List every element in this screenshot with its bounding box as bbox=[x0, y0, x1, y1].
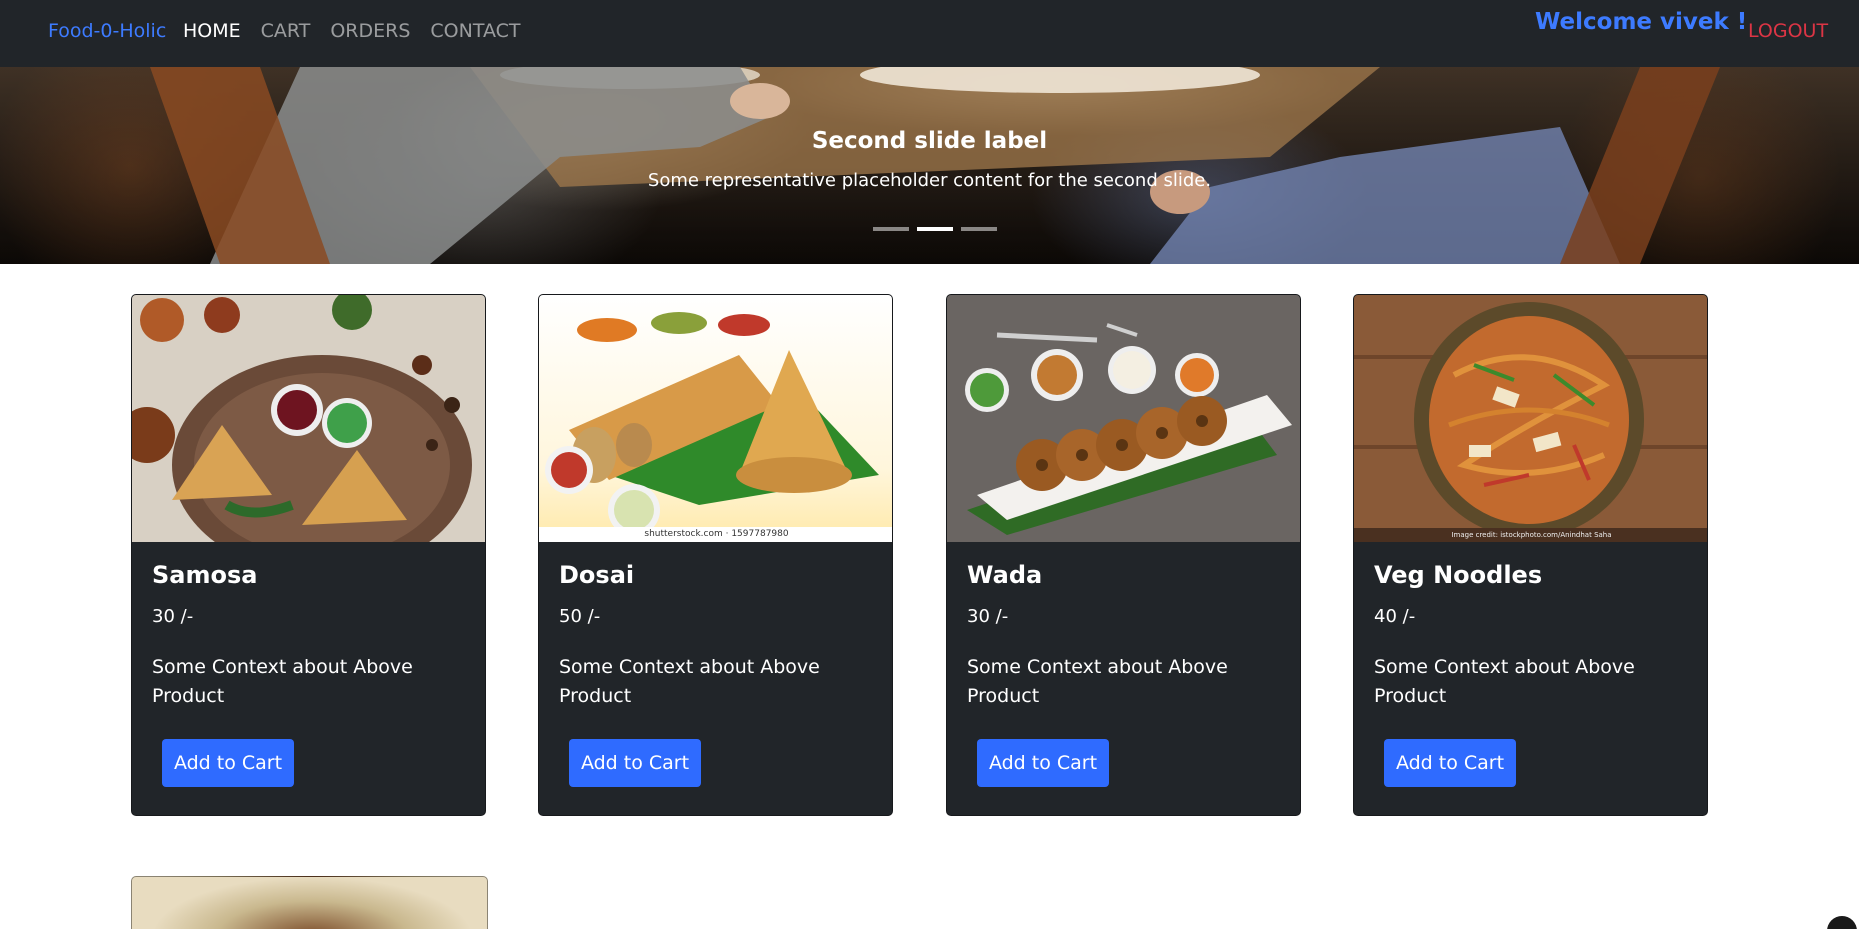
carousel-indicator-3[interactable] bbox=[961, 227, 997, 231]
product-image-dosai: shutterstock.com · 1597787980 bbox=[539, 295, 892, 542]
brand-link[interactable]: Food-0-Holic bbox=[48, 20, 166, 42]
product-image-wada bbox=[947, 295, 1300, 542]
hero-carousel[interactable]: Second slide label Some representative p… bbox=[0, 67, 1859, 264]
add-to-cart-button[interactable]: Add to Cart bbox=[569, 739, 701, 787]
product-card-partial bbox=[131, 876, 488, 929]
carousel-indicator-2[interactable] bbox=[917, 227, 953, 231]
product-name: Veg Noodles bbox=[1374, 561, 1543, 589]
product-card: shutterstock.com · 1597787980 Dosai 50 /… bbox=[538, 294, 893, 816]
product-price: 30 /- bbox=[152, 606, 194, 627]
nav-home[interactable]: HOME bbox=[183, 20, 241, 42]
product-name: Dosai bbox=[559, 561, 635, 589]
product-price: 40 /- bbox=[1374, 606, 1416, 627]
product-price: 30 /- bbox=[967, 606, 1009, 627]
product-price: 50 /- bbox=[559, 606, 601, 627]
nav-orders[interactable]: ORDERS bbox=[330, 20, 410, 42]
product-card-body: Samosa 30 /- Some Context about Above Pr… bbox=[132, 542, 485, 815]
product-card: Samosa 30 /- Some Context about Above Pr… bbox=[131, 294, 486, 816]
slide-caption: Some representative placeholder content … bbox=[647, 170, 1212, 191]
product-image-veg-noodles: Image credit: istockphoto.com/Anindhat S… bbox=[1354, 295, 1707, 542]
product-card-body: Wada 30 /- Some Context about Above Prod… bbox=[947, 542, 1300, 815]
carousel-indicators bbox=[873, 227, 997, 231]
nav-cart[interactable]: CART bbox=[261, 20, 311, 42]
product-name: Wada bbox=[967, 561, 1043, 589]
product-card: Wada 30 /- Some Context about Above Prod… bbox=[946, 294, 1301, 816]
product-name: Samosa bbox=[152, 561, 258, 589]
product-description: Some Context about Above Product bbox=[1374, 656, 1635, 707]
product-image-samosa bbox=[132, 295, 485, 542]
add-to-cart-button[interactable]: Add to Cart bbox=[977, 739, 1109, 787]
product-description: Some Context about Above Product bbox=[967, 656, 1228, 707]
product-card: Image credit: istockphoto.com/Anindhat S… bbox=[1353, 294, 1708, 816]
carousel-slide-image bbox=[150, 67, 1720, 264]
nav-contact[interactable]: CONTACT bbox=[430, 20, 520, 42]
navbar: Food-0-Holic HOME CART ORDERS CONTACT We… bbox=[0, 0, 1859, 67]
product-description: Some Context about Above Product bbox=[559, 656, 820, 707]
welcome-message: Welcome vivek ! bbox=[1535, 9, 1748, 35]
slide-title: Second slide label bbox=[811, 128, 1048, 154]
add-to-cart-button[interactable]: Add to Cart bbox=[162, 739, 294, 787]
image-caption: shutterstock.com · 1597787980 bbox=[644, 529, 789, 539]
product-description: Some Context about Above Product bbox=[152, 656, 413, 707]
image-caption: Image credit: istockphoto.com/Anindhat S… bbox=[1451, 531, 1612, 539]
floating-badge-icon[interactable] bbox=[1827, 916, 1857, 929]
carousel-indicator-1[interactable] bbox=[873, 227, 909, 231]
add-to-cart-button[interactable]: Add to Cart bbox=[1384, 739, 1516, 787]
product-card-body: Dosai 50 /- Some Context about Above Pro… bbox=[539, 542, 892, 815]
product-card-body: Veg Noodles 40 /- Some Context about Abo… bbox=[1354, 542, 1707, 815]
nav-links: HOME CART ORDERS CONTACT bbox=[183, 20, 521, 42]
logout-link[interactable]: LOGOUT bbox=[1748, 20, 1828, 42]
